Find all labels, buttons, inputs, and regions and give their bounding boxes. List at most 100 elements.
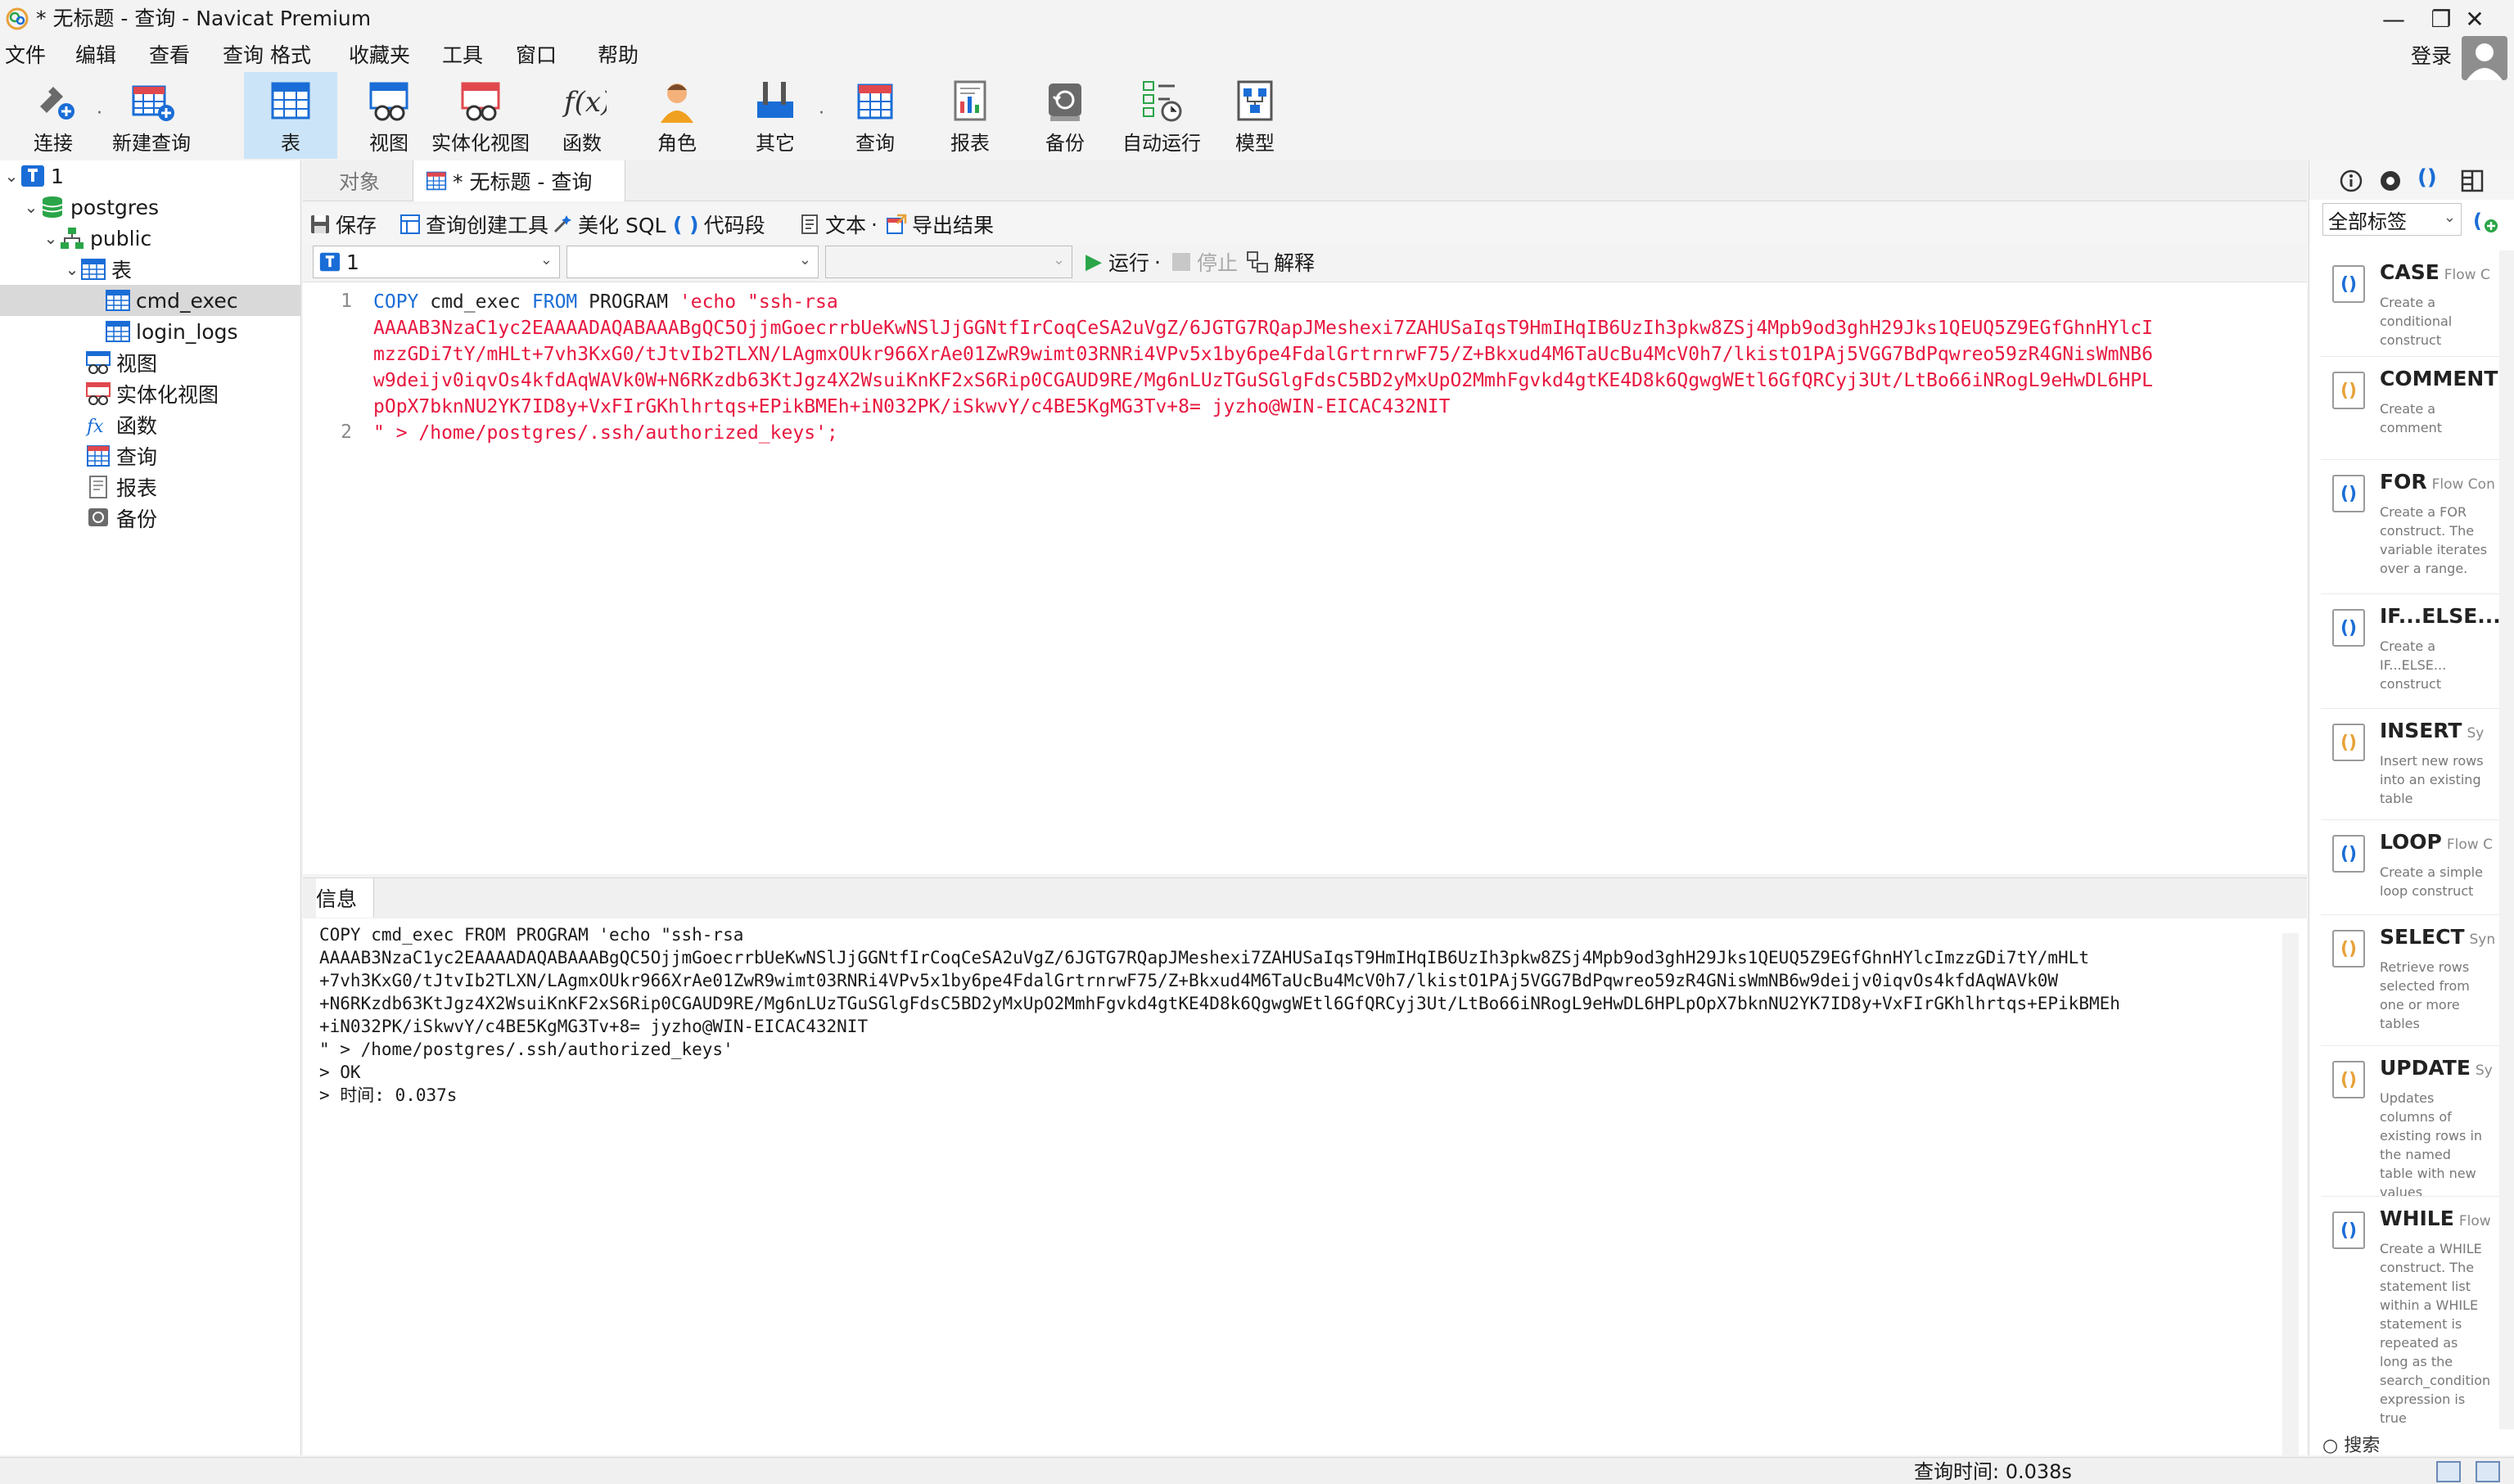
tree-item-functions[interactable]: fx 函数 — [85, 409, 157, 440]
query-builder-button[interactable]: 查询创建工具 — [399, 205, 548, 244]
toolbar-report-button[interactable]: 报表 — [923, 72, 1017, 159]
tree-item-schema-public[interactable]: ⌄ public — [43, 223, 152, 254]
preview-icon[interactable] — [2378, 169, 2403, 193]
tree-item-connection[interactable]: ⌄ 1 — [3, 160, 64, 192]
text-mode-button[interactable]: 文本 — [799, 205, 866, 244]
tree-item-tables[interactable]: ⌄ 表 — [64, 254, 132, 285]
snippet-icon: () — [2332, 372, 2365, 409]
tree-item-views[interactable]: 视图 — [85, 347, 157, 378]
menu-view[interactable]: 查看 — [149, 39, 190, 72]
chevron-down-icon[interactable]: ⌄ — [3, 166, 20, 186]
snippet-description: Create a FOR construct. The variable ite… — [2380, 504, 2488, 576]
save-button[interactable]: 保存 — [309, 205, 377, 244]
messages-panel[interactable]: COPY cmd_exec FROM PROGRAM 'echo "ssh-rs… — [303, 918, 2307, 1457]
chevron-down-icon[interactable]: ⌄ — [23, 197, 39, 217]
menu-edit[interactable]: 编辑 — [75, 39, 116, 72]
layout-toggle-right-button[interactable] — [2476, 1461, 2500, 1482]
run-dropdown-icon[interactable]: · — [1154, 250, 1161, 274]
toolbar-label: 实体化视图 — [431, 132, 530, 155]
tab-objects[interactable]: 对象 — [327, 160, 391, 201]
main-toolbar: 连接 新建查询 · 表 视图 实体化视图 f(x 函数 角色 其它 · 查询 报… — [0, 72, 1343, 159]
menu-file[interactable]: 文件 — [5, 39, 46, 72]
code-snippet-button[interactable]: ( ) 代码段 — [673, 205, 765, 244]
snippet-item-update[interactable]: () UPDATE Sy Updates columns of existing … — [2321, 1046, 2514, 1197]
snippet-item-case[interactable]: () CASE Flow C Create a conditional const… — [2321, 250, 2514, 357]
snippet-item-while[interactable]: () WHILE Flow Create a WHILE construct. T… — [2321, 1197, 2514, 1426]
tree-item-table-cmd-exec[interactable]: cmd_exec — [0, 285, 301, 316]
tag-filter-select[interactable]: 全部标签 ⌄ — [2322, 203, 2462, 236]
tab-query[interactable]: * 无标题 - 查询 — [413, 160, 625, 201]
tree-item-reports[interactable]: 报表 — [85, 471, 157, 503]
snippet-category: Syn — [2469, 931, 2496, 948]
stop-label: 停止 — [1197, 251, 1239, 275]
toolbar-automation-button[interactable]: 自动运行 — [1115, 72, 1208, 159]
snippet-icon: () — [2332, 724, 2365, 761]
toolbar-new-query-button[interactable]: 新建查询 — [105, 72, 198, 159]
connection-select[interactable]: 1 ⌄ — [313, 246, 560, 278]
tree-item-database-postgres[interactable]: ⌄ postgres — [23, 192, 159, 223]
layout-icon[interactable] — [2460, 169, 2485, 193]
tab-messages[interactable]: 信息 — [316, 878, 375, 918]
run-button[interactable]: ▶ 运行 · — [1085, 246, 1161, 278]
tree-item-queries[interactable]: 查询 — [85, 440, 157, 471]
toolbar-table-button[interactable]: 表 — [244, 72, 337, 159]
login-link[interactable]: 登录 — [2411, 41, 2452, 72]
table-icon — [81, 259, 106, 280]
message-line: COPY cmd_exec FROM PROGRAM 'echo "ssh-rs… — [319, 925, 744, 945]
code-snippet-label: 代码段 — [703, 214, 765, 237]
snippet-item-select[interactable]: () SELECT Syn Retrieve rows selected from… — [2321, 915, 2514, 1046]
toolbar-materialized-view-button[interactable]: 实体化视图 — [431, 72, 530, 159]
snippet-panel-toolbar: () — [2309, 160, 2514, 200]
add-snippet-icon[interactable]: ( — [2471, 206, 2499, 234]
beautify-sql-button[interactable]: 美化 SQL — [552, 205, 666, 244]
menu-window[interactable]: 窗口 — [516, 39, 557, 72]
menu-tools[interactable]: 工具 — [442, 39, 483, 72]
snippet-title: UPDATE Sy — [2380, 1056, 2493, 1080]
menu-favorites[interactable]: 收藏夹 — [349, 39, 410, 72]
toolbar-other-button[interactable]: 其它 — [729, 72, 822, 159]
code-snippet-icon[interactable]: () — [2417, 165, 2442, 190]
tree-item-backups[interactable]: 备份 — [85, 503, 157, 534]
menu-help[interactable]: 帮助 — [598, 39, 639, 72]
close-button[interactable]: ✕ — [2435, 0, 2514, 38]
snippet-panel-scrollbar[interactable] — [2499, 250, 2514, 1429]
schema-select[interactable]: ⌄ — [825, 246, 1072, 278]
export-results-button[interactable]: 导出结果 — [886, 205, 994, 244]
snippet-item-for[interactable]: () FOR Flow Con Create a FOR construct. T… — [2321, 460, 2514, 594]
code-wrap-line: mzzGDi7tY/mHLt+7vh3KxG0/tJtvIb2TLXN/LAgm… — [373, 344, 2154, 365]
tree-item-materialized-views[interactable]: 实体化视图 — [85, 378, 219, 409]
toolbar-role-button[interactable]: 角色 — [630, 72, 724, 159]
snippet-item-loop[interactable]: () LOOP Flow C Create a simple loop const… — [2321, 820, 2514, 915]
chevron-down-icon: ⌄ — [1052, 251, 1065, 268]
messages-scrollbar[interactable] — [2282, 933, 2299, 1457]
database-select[interactable]: ⌄ — [566, 246, 819, 278]
tree-item-label: 查询 — [116, 445, 158, 469]
snippet-title: INSERT Sy — [2380, 719, 2484, 742]
toolbar-view-button[interactable]: 视图 — [342, 72, 436, 159]
user-avatar[interactable] — [2462, 36, 2507, 80]
info-icon[interactable] — [2339, 169, 2363, 193]
layout-toggle-left-button[interactable] — [2436, 1461, 2461, 1482]
snippet-item-comment[interactable]: () COMMENT Create a comment — [2321, 357, 2514, 460]
line-number-gutter: 1 2 — [303, 282, 360, 874]
snippet-item-if-else[interactable]: () IF...ELSE... Create a IF...ELSE... co… — [2321, 594, 2514, 709]
toolbar-function-button[interactable]: f(x) 函数 — [535, 72, 629, 159]
chevron-down-icon[interactable]: ⌄ — [64, 259, 80, 279]
toolbar-backup-button[interactable]: 备份 — [1018, 72, 1112, 159]
sql-editor[interactable]: 1 2 COPY cmd_exec FROM PROGRAM 'echo "ss… — [303, 282, 2307, 874]
toolbar-connect-button[interactable]: 连接 — [7, 72, 100, 159]
snippet-description: Updates columns of existing rows in the … — [2380, 1090, 2483, 1197]
toolbar-query-button[interactable]: 查询 — [828, 72, 922, 159]
explain-button[interactable]: 解释 — [1246, 246, 1315, 278]
chevron-down-icon[interactable]: ⌄ — [43, 228, 59, 248]
tree-item-label: 表 — [111, 259, 133, 282]
snippet-item-insert[interactable]: () INSERT Sy Insert new rows into an exis… — [2321, 709, 2514, 820]
tree-item-table-login-logs[interactable]: login_logs — [105, 316, 238, 347]
tab-label: 对象 — [339, 170, 381, 194]
menu-query[interactable]: 查询 — [223, 39, 264, 72]
snippet-search-field[interactable]: ○ 搜索 — [2322, 1431, 2380, 1457]
toolbar-model-button[interactable]: 模型 — [1208, 72, 1302, 159]
stop-button[interactable]: 停止 — [1172, 246, 1238, 278]
menu-format[interactable]: 格式 — [270, 39, 311, 72]
text-icon — [801, 214, 818, 234]
